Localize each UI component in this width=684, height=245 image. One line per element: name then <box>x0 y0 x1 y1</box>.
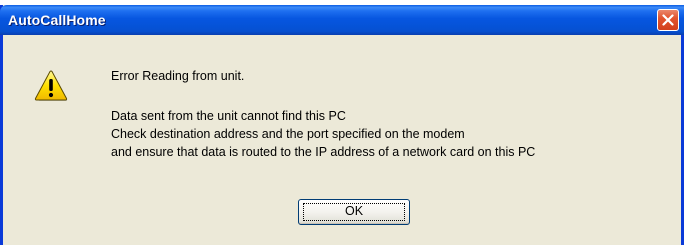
close-button[interactable] <box>657 9 679 31</box>
message-line: Check destination address and the port s… <box>111 127 465 141</box>
message-line: and ensure that data is routed to the IP… <box>111 145 536 159</box>
close-icon <box>662 14 674 26</box>
ok-button-label: OK <box>344 204 364 218</box>
warning-icon <box>34 70 68 101</box>
error-heading: Error Reading from unit. <box>111 69 245 83</box>
window-title: AutoCallHome <box>8 12 106 28</box>
title-bar[interactable]: AutoCallHome <box>0 5 684 35</box>
ok-button[interactable]: OK <box>298 199 410 225</box>
message-dialog: AutoCallHome Error Reading from unit. Da… <box>0 5 684 245</box>
message-line: Data sent from the unit cannot find this… <box>111 109 346 123</box>
